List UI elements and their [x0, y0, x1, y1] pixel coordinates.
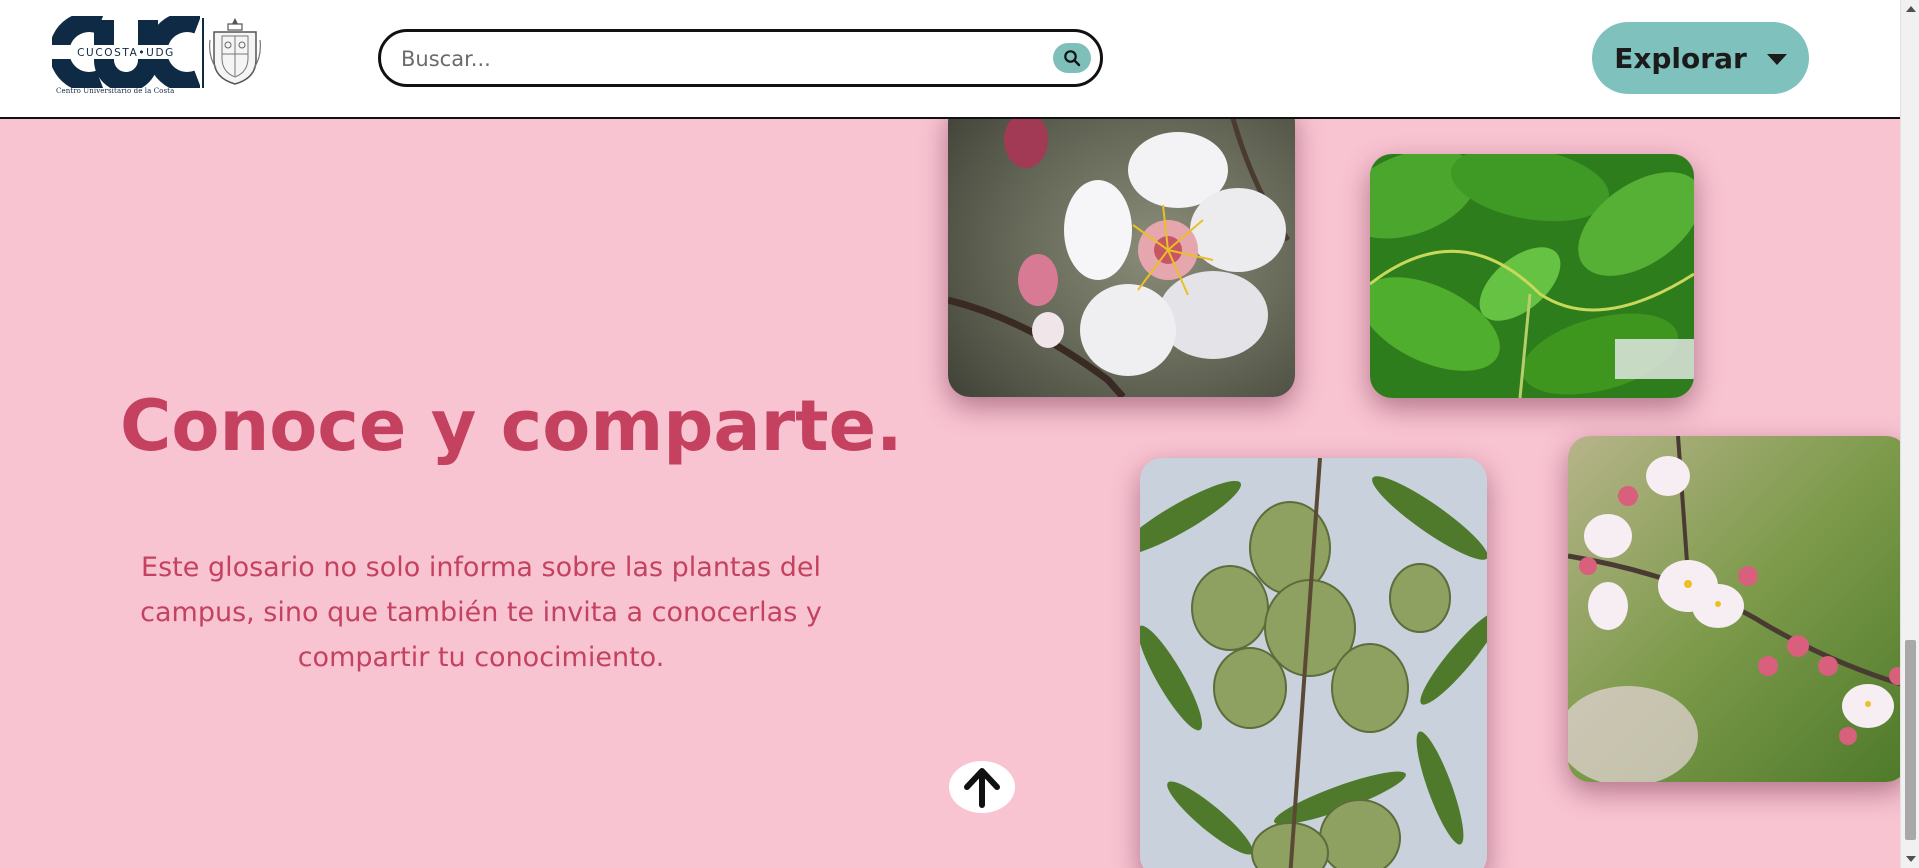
search-bar: [378, 29, 1103, 87]
scroll-down-icon[interactable]: [1906, 856, 1916, 862]
page-scrollbar[interactable]: [1900, 0, 1919, 868]
university-shield-icon: [209, 18, 261, 85]
explore-label: Explorar: [1614, 41, 1747, 75]
almond-blossom-photo: [948, 100, 1295, 397]
arrow-up-icon: [964, 768, 1000, 808]
logo-caption: Centro Universitario de la Costa: [56, 87, 175, 95]
search-input[interactable]: [399, 42, 1019, 76]
cuc-logo[interactable]: CUCOSTA•UDG Centro Universitario de la C…: [52, 16, 262, 100]
pink-blossom-branch-photo: [1568, 436, 1908, 782]
hero-title: Conoce y comparte.: [120, 385, 903, 467]
green-almonds-photo: [1140, 458, 1487, 868]
hero-description: Este glosario no solo informa sobre las …: [140, 552, 822, 673]
logo-tagline: CUCOSTA•UDG: [77, 47, 175, 59]
scroll-up-icon[interactable]: [1906, 6, 1916, 12]
site-header: CUCOSTA•UDG Centro Universitario de la C…: [0, 0, 1900, 119]
back-to-top-button[interactable]: [949, 761, 1015, 813]
search-button[interactable]: [1053, 43, 1091, 73]
search-icon: [1064, 50, 1081, 67]
page: CUCOSTA•UDG Centro Universitario de la C…: [0, 0, 1919, 868]
logo-divider: [202, 18, 204, 88]
caret-down-icon: [1766, 53, 1787, 65]
scroll-thumb[interactable]: [1905, 640, 1916, 840]
explore-button[interactable]: Explorar: [1592, 22, 1809, 94]
green-leaves-photo: [1370, 154, 1694, 398]
cuc-wordmark-icon: CUCOSTA•UDG: [52, 16, 200, 88]
